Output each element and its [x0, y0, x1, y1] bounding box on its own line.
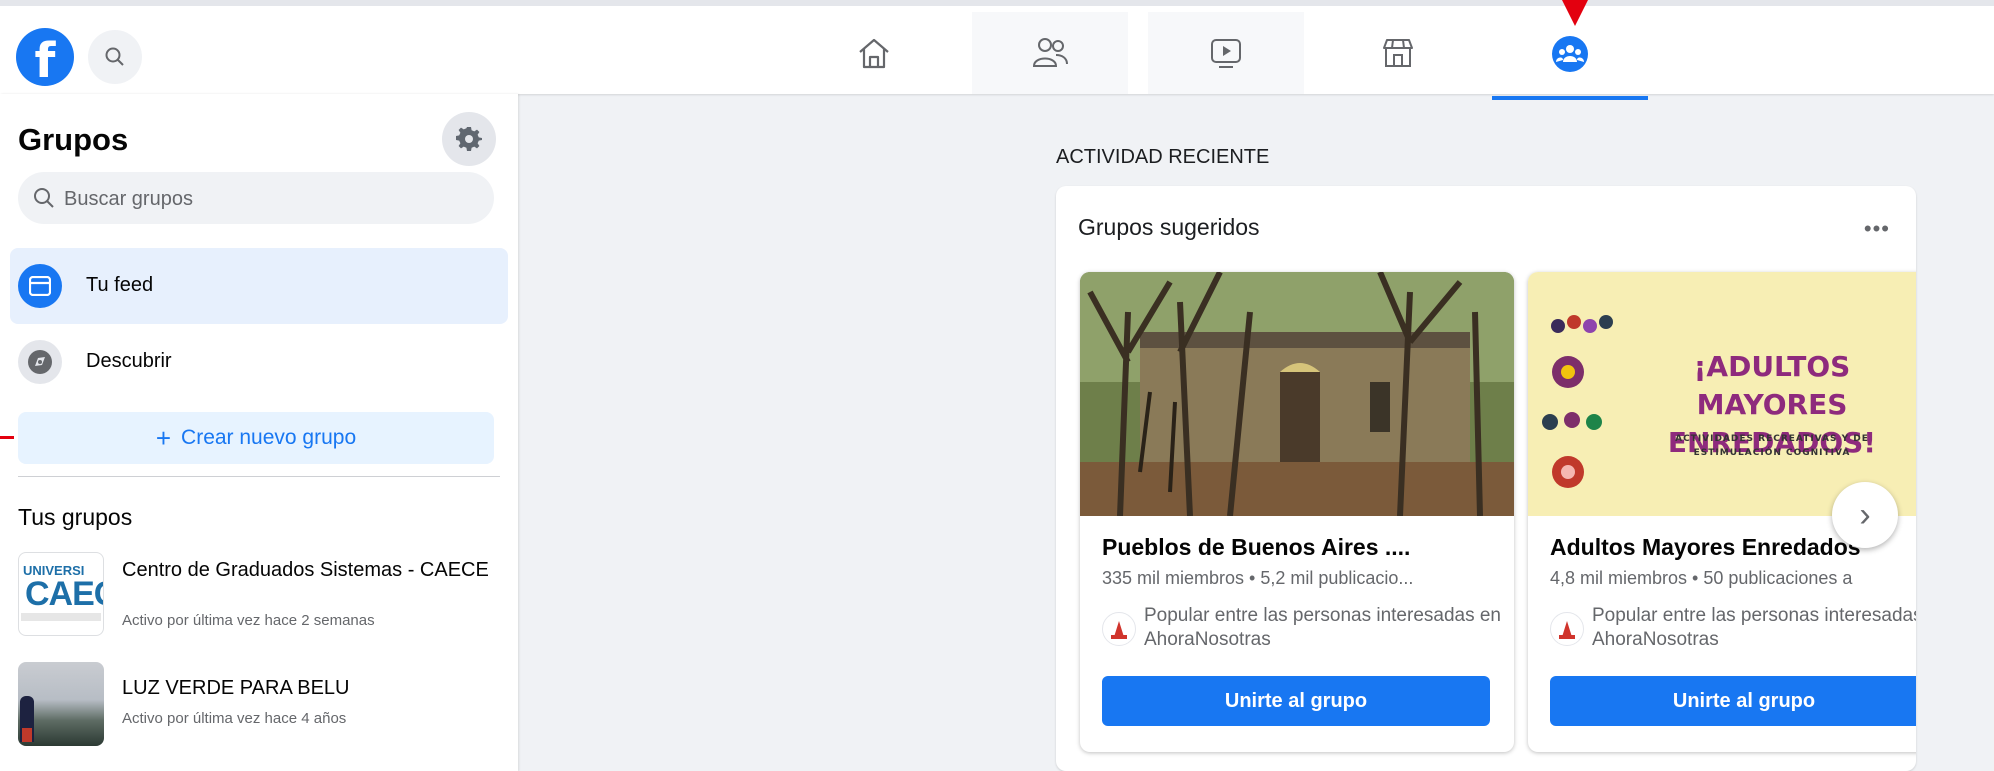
- sidebar-item-feed[interactable]: Tu feed: [10, 248, 508, 324]
- annotation-arrow: [0, 436, 14, 439]
- group-activity: Activo por última vez hace 4 años: [122, 710, 347, 727]
- gear-icon: [456, 127, 482, 151]
- group-search-field[interactable]: [18, 172, 494, 224]
- page-avatar: [1550, 612, 1584, 646]
- sidebar-item-label: Tu feed: [86, 274, 154, 296]
- home-icon: [859, 38, 889, 69]
- top-navigation-bar: f: [0, 0, 1994, 100]
- group-name: LUZ VERDE PARA BELU: [122, 677, 350, 699]
- popularity-note: Popular entre las personas interesadas e…: [1102, 604, 1502, 660]
- groups-sidebar: Grupos Tu feed Descubrir + Crear nuevo g…: [0, 94, 518, 771]
- group-cover-image: [1080, 272, 1514, 516]
- join-group-button[interactable]: Unirte al grupo: [1102, 676, 1490, 726]
- plus-icon: +: [155, 423, 172, 453]
- popularity-text: Popular entre las personas interesadas e…: [1592, 605, 1916, 650]
- search-icon: [34, 188, 54, 208]
- group-list-item[interactable]: UNIVERSI CAEC Centro de Graduados Sistem…: [18, 552, 508, 636]
- search-icon: [105, 47, 124, 66]
- nav-tab-home[interactable]: [796, 12, 952, 94]
- group-name[interactable]: Adultos Mayores Enredados: [1550, 534, 1861, 561]
- banner-subtitle: ACTIVIDADES RECREATIVAS Y DE ESTIMULACIÓ…: [1675, 434, 1869, 458]
- marketplace-icon: [1383, 39, 1413, 67]
- discover-icon: [18, 340, 62, 384]
- groups-icon: [1552, 36, 1588, 72]
- group-stats: 335 mil miembros • 5,2 mil publicacio...: [1102, 568, 1414, 588]
- create-group-button[interactable]: + Crear nuevo grupo: [18, 412, 494, 464]
- facebook-logo-letter: f: [34, 33, 56, 86]
- group-thumbnail: UNIVERSI CAEC: [18, 552, 104, 636]
- annotation-arrow: [1562, 0, 1588, 26]
- nav-tab-marketplace[interactable]: [1320, 12, 1476, 94]
- nav-tab-watch[interactable]: [1148, 12, 1304, 94]
- watch-icon: [1211, 39, 1241, 68]
- group-stats: 4,8 mil miembros • 50 publicaciones a: [1550, 568, 1853, 588]
- chevron-right-icon: ›: [1859, 495, 1871, 534]
- suggested-groups-card: Grupos sugeridos ••• Pueblos de Buenos A…: [1056, 186, 1916, 771]
- friends-icon: [1032, 38, 1068, 67]
- sidebar-item-label: Descubrir: [86, 350, 172, 372]
- search-button[interactable]: [88, 30, 142, 84]
- create-group-label: Crear nuevo grupo: [181, 426, 357, 449]
- suggested-group-card[interactable]: Pueblos de Buenos Aires .... 335 mil mie…: [1080, 272, 1514, 752]
- nav-tab-friends[interactable]: [972, 12, 1128, 94]
- recent-activity-label: ACTIVIDAD RECIENTE: [1056, 146, 1270, 168]
- your-groups-title: Tus grupos: [18, 504, 133, 530]
- carousel-next-button[interactable]: ›: [1832, 482, 1898, 548]
- facebook-logo[interactable]: f: [16, 28, 74, 86]
- divider: [18, 476, 500, 477]
- page-title: Grupos: [18, 122, 129, 157]
- group-list-item[interactable]: LUZ VERDE PARA BELU Activo por última ve…: [18, 662, 508, 746]
- more-options-icon[interactable]: •••: [1864, 216, 1890, 242]
- group-name[interactable]: Pueblos de Buenos Aires ....: [1102, 534, 1410, 561]
- page-avatar: [1102, 612, 1136, 646]
- join-group-button[interactable]: Unirte al grupo: [1550, 676, 1916, 726]
- group-name: Centro de Graduados Sistemas - CAECE: [122, 559, 489, 581]
- group-search-input[interactable]: [62, 182, 486, 216]
- settings-button[interactable]: [442, 112, 496, 166]
- group-activity: Activo por última vez hace 2 semanas: [122, 612, 375, 629]
- group-thumbnail: [18, 662, 104, 746]
- sidebar-item-discover[interactable]: Descubrir: [10, 324, 508, 400]
- popularity-text: Popular entre las personas interesadas e…: [1144, 605, 1502, 650]
- feed-icon: [18, 264, 62, 308]
- suggested-groups-title: Grupos sugeridos: [1078, 214, 1260, 240]
- popularity-note: Popular entre las personas interesadas e…: [1550, 604, 1916, 660]
- group-cover-image: ¡ADULTOS MAYORES ENREDADOS! ACTIVIDADES …: [1528, 272, 1916, 516]
